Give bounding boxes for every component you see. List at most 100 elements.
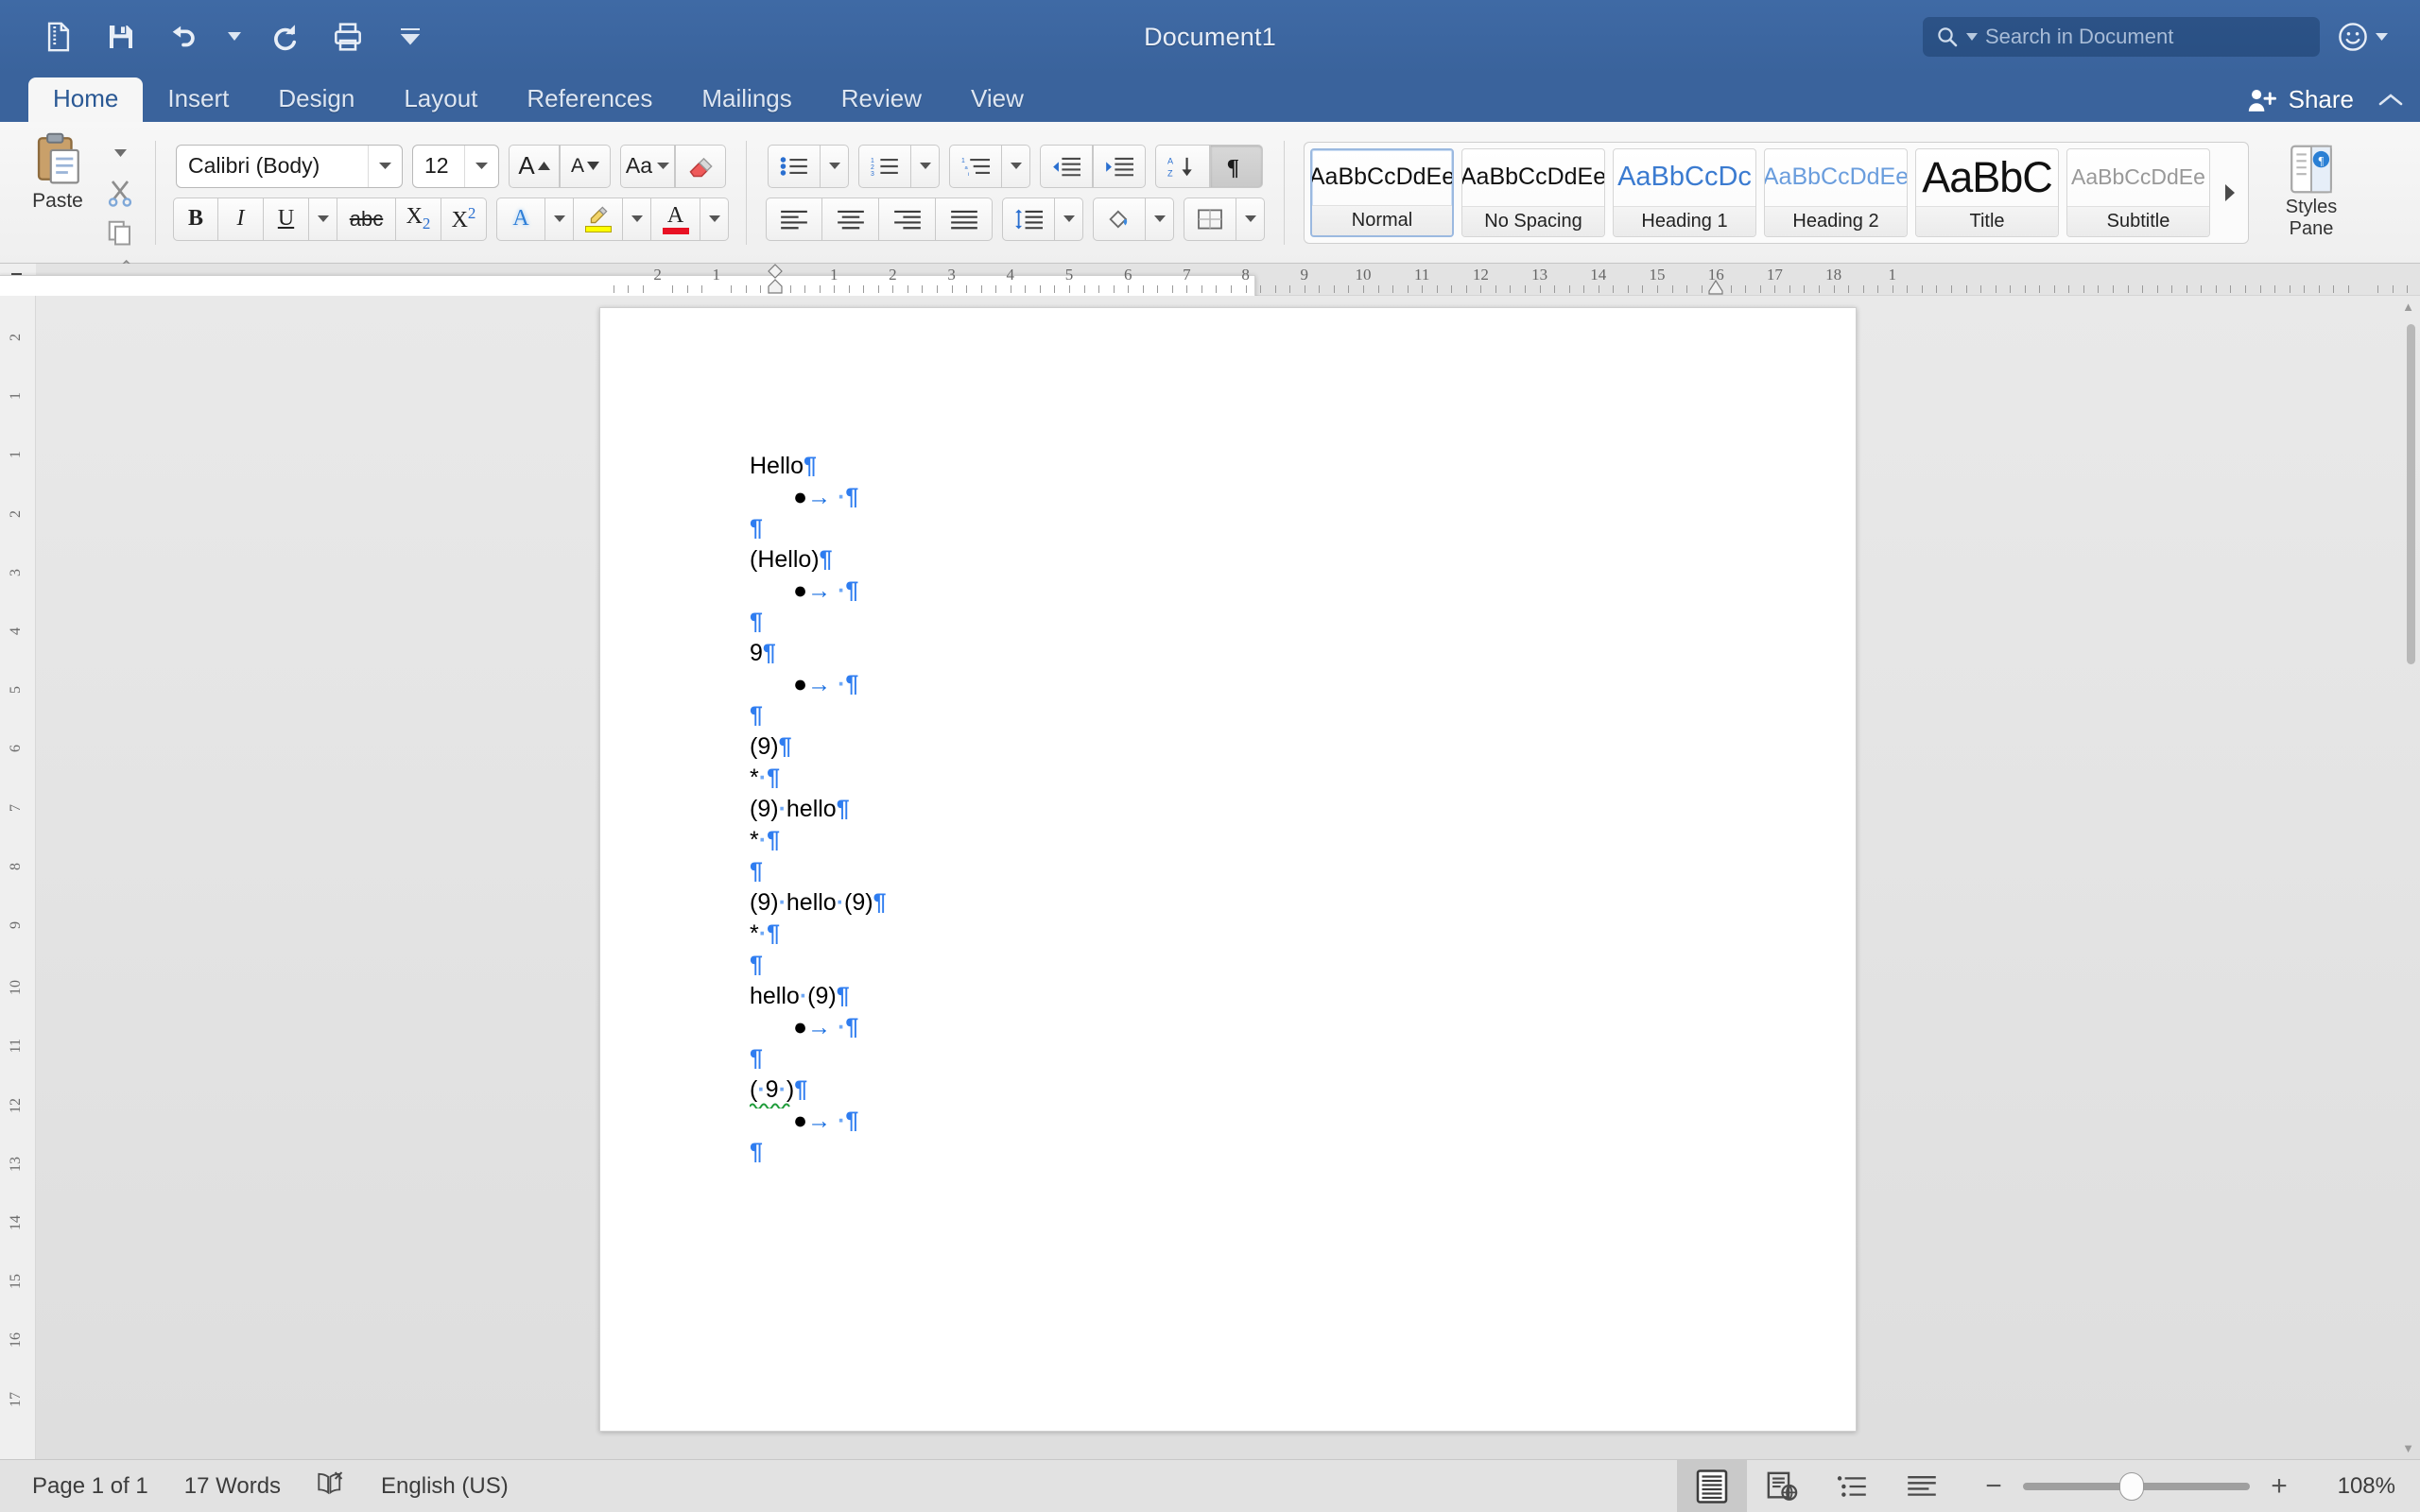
align-right-button[interactable] bbox=[879, 197, 936, 241]
style-title[interactable]: AaBbC Title bbox=[1915, 147, 2059, 237]
scroll-up-arrow-icon[interactable]: ▲ bbox=[2402, 300, 2414, 314]
document-text-content[interactable]: Hello¶ ●→ ·¶ ¶ (Hello)¶ ●→ ·¶ ¶ 9¶ ●→ ·¶ ¶ (9)¶ *·… bbox=[750, 455, 1799, 1172]
share-button[interactable]: Share bbox=[2247, 85, 2378, 122]
document-line[interactable]: ¶ bbox=[750, 954, 1799, 977]
subscript-button[interactable]: X2 bbox=[396, 197, 441, 241]
underline-button[interactable]: U bbox=[264, 197, 309, 241]
document-line[interactable]: (9)·hello¶ bbox=[750, 798, 1799, 821]
style-subtitle[interactable]: AaBbCcDdEe Subtitle bbox=[2066, 147, 2210, 237]
justify-button[interactable] bbox=[936, 197, 993, 241]
grow-font-button[interactable]: A bbox=[509, 144, 560, 188]
scroll-down-arrow-icon[interactable]: ▼ bbox=[2402, 1441, 2414, 1455]
scrollbar-thumb[interactable] bbox=[2407, 324, 2415, 664]
tab-references[interactable]: References bbox=[502, 77, 677, 123]
show-formatting-marks-button[interactable]: ¶ bbox=[1210, 144, 1263, 188]
highlight-button[interactable] bbox=[574, 197, 623, 241]
undo-dropdown-caret-icon[interactable] bbox=[227, 18, 242, 56]
print-layout-view-icon[interactable] bbox=[1677, 1459, 1747, 1512]
font-size-combo[interactable]: 12 bbox=[412, 144, 499, 188]
line-spacing-caret-icon[interactable] bbox=[1055, 197, 1083, 241]
redo-icon[interactable] bbox=[267, 18, 304, 56]
bulleted-list-caret-icon[interactable] bbox=[821, 144, 849, 188]
font-color-button[interactable]: A bbox=[651, 197, 700, 241]
new-from-template-icon[interactable] bbox=[40, 18, 78, 56]
document-line[interactable]: ●→ ·¶ bbox=[750, 579, 1799, 603]
tab-view[interactable]: View bbox=[946, 77, 1048, 123]
vertical-scrollbar[interactable]: ▲ ▼ bbox=[2402, 300, 2418, 1455]
web-layout-view-icon[interactable] bbox=[1747, 1460, 1817, 1512]
left-indent-marker[interactable] bbox=[766, 264, 785, 300]
strikethrough-button[interactable]: abc bbox=[337, 197, 396, 241]
document-line[interactable]: ●→ ·¶ bbox=[750, 1109, 1799, 1133]
document-line[interactable]: ●→ ·¶ bbox=[750, 673, 1799, 696]
borders-button[interactable] bbox=[1184, 197, 1236, 241]
proofing-errors-icon[interactable] bbox=[317, 1470, 345, 1502]
document-line[interactable]: ●→ ·¶ bbox=[750, 486, 1799, 509]
tab-design[interactable]: Design bbox=[253, 77, 379, 123]
document-line[interactable]: ¶ bbox=[750, 517, 1799, 541]
superscript-button[interactable]: X2 bbox=[441, 197, 487, 241]
align-left-button[interactable] bbox=[766, 197, 822, 241]
tab-home[interactable]: Home bbox=[28, 77, 144, 122]
numbered-list-caret-icon[interactable] bbox=[911, 144, 940, 188]
increase-indent-button[interactable] bbox=[1093, 144, 1146, 188]
font-color-caret-icon[interactable] bbox=[700, 197, 729, 241]
document-page[interactable]: Hello¶ ●→ ·¶ ¶ (Hello)¶ ●→ ·¶ ¶ 9¶ ●→ ·¶ ¶ (9)¶ *·… bbox=[599, 307, 1857, 1432]
clear-formatting-button[interactable] bbox=[675, 144, 726, 188]
language-indicator[interactable]: English (US) bbox=[381, 1473, 509, 1500]
page-indicator[interactable]: Page 1 of 1 bbox=[32, 1473, 148, 1500]
shrink-font-button[interactable]: A bbox=[560, 144, 611, 188]
style-no-spacing[interactable]: AaBbCcDdEe No Spacing bbox=[1461, 147, 1605, 237]
document-line[interactable]: (·9·)¶ bbox=[750, 1078, 1799, 1108]
text-effects-caret-icon[interactable] bbox=[545, 197, 574, 241]
borders-caret-icon[interactable] bbox=[1236, 197, 1265, 241]
zoom-percent[interactable]: 108% bbox=[2308, 1473, 2395, 1500]
multilevel-list-button[interactable]: 1ai bbox=[949, 144, 1002, 188]
customize-toolbar-caret-icon[interactable] bbox=[391, 18, 429, 56]
undo-icon[interactable] bbox=[164, 18, 202, 56]
bulleted-list-button[interactable] bbox=[768, 144, 821, 188]
document-line[interactable]: (9)·hello·(9)¶ bbox=[750, 891, 1799, 915]
zoom-out-button[interactable]: − bbox=[1981, 1470, 2006, 1503]
style-normal[interactable]: AaBbCcDdEe Normal bbox=[1310, 147, 1454, 237]
document-line[interactable]: *·¶ bbox=[750, 766, 1799, 790]
document-line[interactable]: 9¶ bbox=[750, 642, 1799, 665]
search-input[interactable]: Search in Document bbox=[1923, 17, 2320, 57]
align-center-button[interactable] bbox=[822, 197, 879, 241]
document-line[interactable]: ¶ bbox=[750, 1141, 1799, 1164]
document-line[interactable]: ¶ bbox=[750, 610, 1799, 634]
horizontal-ruler[interactable]: 2 1 1 2 3 4 5 6 7 8 9 10 11 12 13 14 15 16 17 18 1 bbox=[0, 264, 2420, 1400]
document-line[interactable]: ¶ bbox=[750, 860, 1799, 884]
italic-button[interactable]: I bbox=[218, 197, 264, 241]
gallery-more-arrow-icon[interactable] bbox=[2218, 148, 2242, 237]
document-line[interactable]: (Hello)¶ bbox=[750, 548, 1799, 572]
paste-button[interactable]: Paste bbox=[17, 129, 98, 213]
zoom-in-button[interactable]: + bbox=[2267, 1470, 2291, 1503]
draft-view-icon[interactable] bbox=[1887, 1460, 1957, 1512]
line-spacing-button[interactable] bbox=[1002, 197, 1055, 241]
font-name-combo[interactable]: Calibri (Body) bbox=[176, 144, 403, 188]
underline-caret-icon[interactable] bbox=[309, 197, 337, 241]
numbered-list-button[interactable]: 123 bbox=[858, 144, 911, 188]
copy-pages-icon[interactable] bbox=[98, 215, 142, 250]
outline-view-icon[interactable] bbox=[1817, 1460, 1887, 1512]
highlight-caret-icon[interactable] bbox=[623, 197, 651, 241]
misspelled-word[interactable]: (·9·)¶ bbox=[750, 1078, 807, 1108]
text-effects-button[interactable]: A bbox=[496, 197, 545, 241]
document-canvas[interactable]: Hello¶ ●→ ·¶ ¶ (Hello)¶ ●→ ·¶ ¶ 9¶ ●→ ·¶ ¶ (9)¶ *·… bbox=[36, 296, 2420, 1459]
multilevel-list-caret-icon[interactable] bbox=[1002, 144, 1030, 188]
tab-mailings[interactable]: Mailings bbox=[677, 77, 816, 123]
decrease-indent-button[interactable] bbox=[1040, 144, 1093, 188]
styles-pane-button[interactable]: ¶ Styles Pane bbox=[2266, 145, 2357, 240]
ruler-track[interactable]: 2 1 1 2 3 4 5 6 7 8 9 10 11 12 13 14 15 16 17 18 1 bbox=[0, 264, 2420, 1400]
document-line[interactable]: hello·(9)¶ bbox=[750, 985, 1799, 1008]
zoom-slider-thumb[interactable] bbox=[2119, 1471, 2144, 1501]
style-heading-1[interactable]: AaBbCcDc Heading 1 bbox=[1613, 147, 1756, 237]
print-icon[interactable] bbox=[329, 18, 367, 56]
word-count[interactable]: 17 Words bbox=[184, 1473, 281, 1500]
document-line[interactable]: ¶ bbox=[750, 1047, 1799, 1071]
shading-button[interactable] bbox=[1093, 197, 1146, 241]
document-line[interactable]: ●→ ·¶ bbox=[750, 1016, 1799, 1040]
tab-review[interactable]: Review bbox=[817, 77, 946, 123]
font-name-caret-icon[interactable] bbox=[368, 145, 402, 187]
